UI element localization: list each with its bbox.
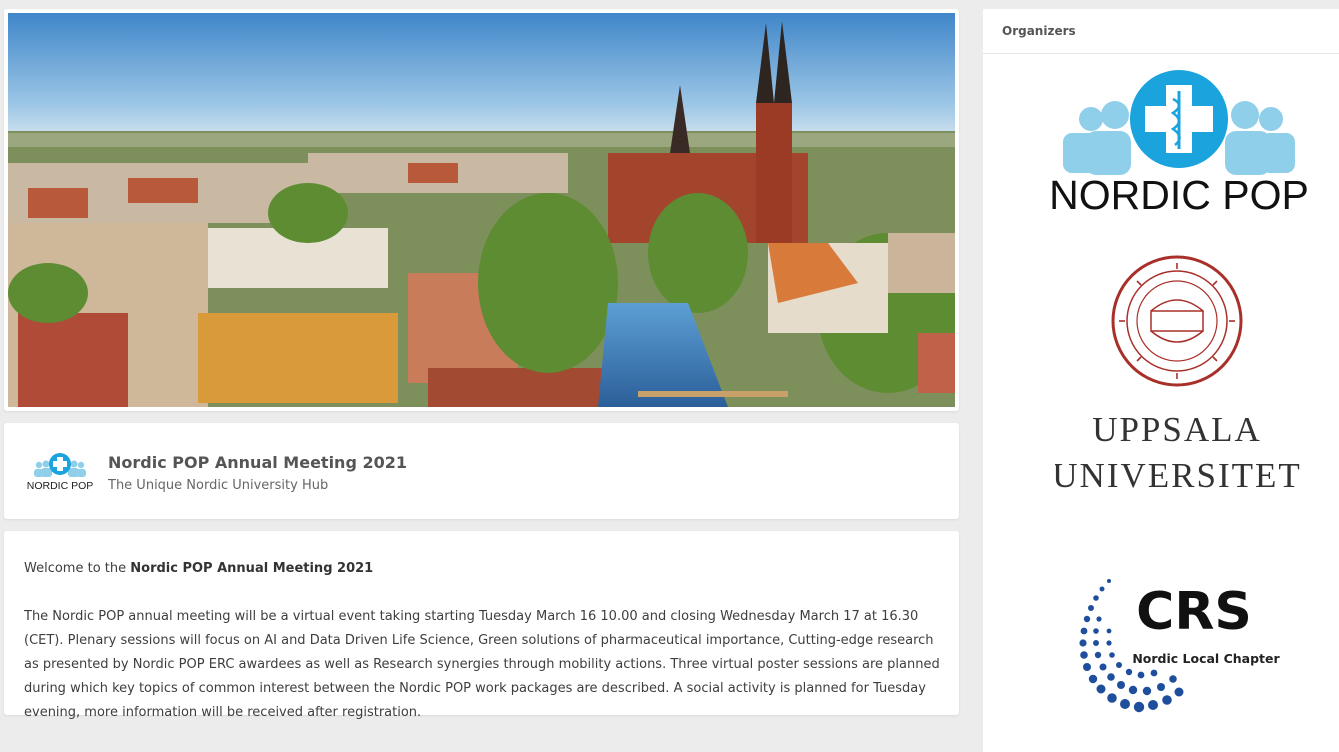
page: NORDIC POP Nordic POP Annual Meeting 202… bbox=[0, 0, 1339, 752]
welcome-line: Welcome to the Nordic POP Annual Meeting… bbox=[24, 557, 941, 581]
event-title: Nordic POP Annual Meeting 2021 bbox=[108, 453, 407, 472]
hero-city-image bbox=[8, 13, 955, 407]
event-subtitle: The Unique Nordic University Hub bbox=[108, 478, 329, 493]
svg-text:UNIVERSITET: UNIVERSITET bbox=[1055, 456, 1302, 495]
hero-banner bbox=[4, 9, 959, 411]
welcome-prefix: Welcome to the bbox=[24, 561, 127, 576]
welcome-event-name: Nordic POP Annual Meeting 2021 bbox=[130, 561, 374, 576]
crs-logo[interactable]: CRS Nordic Local Chapter bbox=[1069, 571, 1291, 721]
event-description-card: Welcome to the Nordic POP Annual Meeting… bbox=[4, 531, 959, 720]
uppsala-universitet-logo[interactable]: UPPSALA UNIVERSITET bbox=[1055, 255, 1305, 495]
svg-text:NORDIC POP: NORDIC POP bbox=[1049, 172, 1309, 218]
description-body: The Nordic POP annual meeting will be a … bbox=[24, 609, 940, 720]
nordic-pop-logo[interactable]: NORDIC POP bbox=[1049, 69, 1311, 219]
svg-text:UPPSALA: UPPSALA bbox=[1092, 410, 1262, 449]
svg-text:CRS: CRS bbox=[1136, 582, 1252, 642]
organizers-header: Organizers bbox=[983, 9, 1339, 54]
svg-text:Nordic Local Chapter: Nordic Local Chapter bbox=[1132, 651, 1280, 666]
svg-text:NORDIC POP: NORDIC POP bbox=[27, 480, 94, 491]
nordic-pop-logo-small: NORDIC POP bbox=[27, 453, 94, 491]
event-header-card: NORDIC POP Nordic POP Annual Meeting 202… bbox=[4, 423, 959, 519]
organizers-sidebar: Organizers NORDIC POP UPPSALA UNIVERSITE… bbox=[983, 9, 1339, 752]
